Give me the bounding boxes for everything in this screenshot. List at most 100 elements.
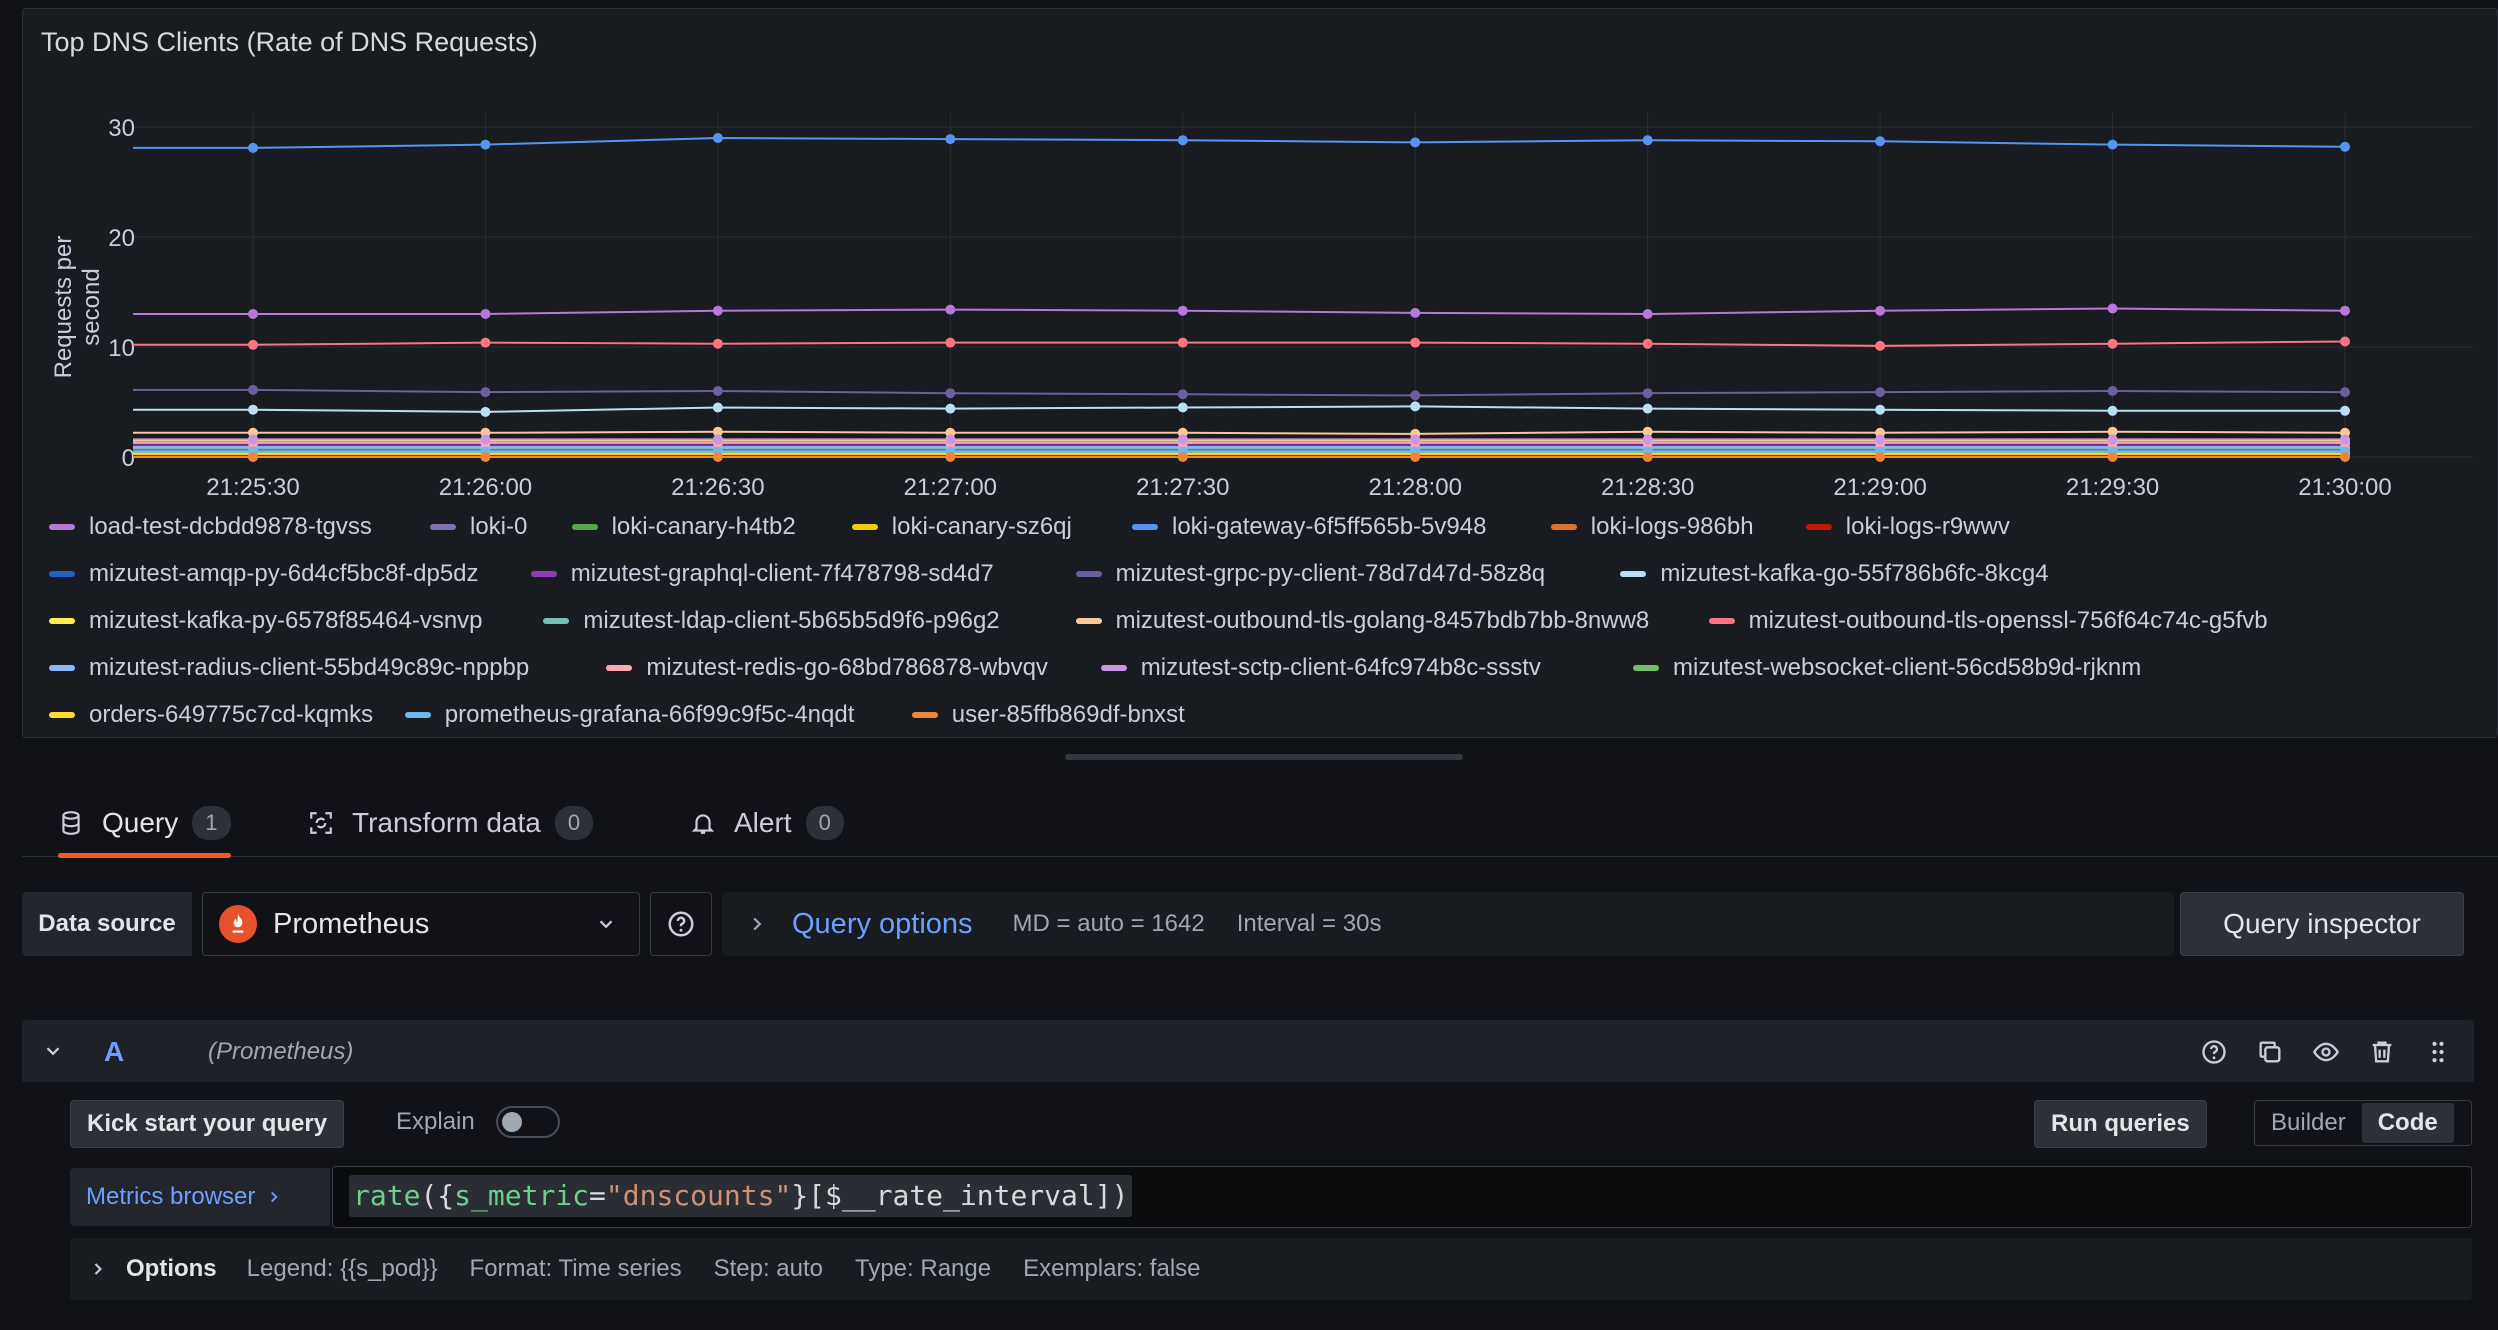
legend-item[interactable]: loki-logs-r9wwv — [1805, 513, 2010, 541]
legend-item[interactable]: loki-logs-986bh — [1550, 513, 1754, 541]
query-inspector-button[interactable]: Query inspector — [2180, 892, 2464, 956]
legend-item[interactable]: mizutest-websocket-client-56cd58b9d-rjkn… — [1633, 654, 2141, 682]
help-icon[interactable] — [2198, 1036, 2230, 1068]
legend-item[interactable]: load-test-dcbdd9878-tgvss — [49, 513, 372, 541]
mode-builder[interactable]: Builder — [2255, 1103, 2362, 1143]
chevron-right-icon — [753, 917, 762, 931]
data-point — [2107, 139, 2118, 150]
series-line — [133, 307, 2346, 316]
transform-icon — [310, 812, 332, 834]
legend-label: loki-gateway-6f5ff565b-5v948 — [1172, 513, 1487, 540]
series-line — [133, 340, 2346, 347]
drag-handle-icon[interactable] — [2422, 1036, 2454, 1068]
data-point — [712, 402, 723, 413]
legend-label: mizutest-radius-client-55bd49c89c-nppbp — [89, 654, 530, 681]
legend-item[interactable]: mizutest-ldap-client-5b65b5d9f6-p96g2 — [543, 607, 1000, 635]
legend-item[interactable]: loki-canary-h4tb2 — [571, 513, 796, 541]
legend-item[interactable]: mizutest-outbound-tls-golang-8457bdb7bb-… — [1075, 607, 1649, 635]
tab-transform-data[interactable]: Transform data 0 — [308, 790, 594, 856]
legend-label: user-85ffb869df-bnxst — [951, 701, 1185, 728]
options-type: Type: Range — [855, 1255, 992, 1282]
mode-code[interactable]: Code — [2361, 1103, 2454, 1143]
query-code: rate({s_metric="dnscounts"}[$__rate_inte… — [349, 1175, 1133, 1217]
tab-query-count: 1 — [192, 806, 231, 840]
options-step: Step: auto — [713, 1255, 823, 1282]
datasource-label: Data source — [22, 892, 192, 956]
question-circle-icon — [668, 911, 694, 937]
code-function: rate — [353, 1179, 421, 1212]
legend-swatch — [1075, 571, 1102, 577]
query-ref-id[interactable]: A — [104, 1036, 124, 1068]
data-point — [248, 309, 258, 319]
legend-item[interactable]: mizutest-radius-client-55bd49c89c-nppbp — [49, 654, 529, 682]
tab-alert[interactable]: Alert 0 — [690, 790, 844, 856]
options-legend: Legend: {{s_pod}} — [246, 1255, 438, 1282]
data-point — [945, 403, 956, 414]
data-point — [1642, 309, 1653, 319]
legend-item[interactable]: prometheus-grafana-66f99c9f5c-4nqdt — [404, 701, 855, 729]
legend-label: mizutest-kafka-py-6578f85464-vsnvp — [89, 607, 483, 634]
series-line — [133, 136, 2346, 149]
chevron-right-icon — [271, 1191, 278, 1203]
legend-item[interactable]: loki-0 — [430, 513, 527, 541]
query-options-row[interactable]: Options Legend: {{s_pod}} Format: Time s… — [70, 1238, 2472, 1300]
data-point — [1177, 402, 1188, 413]
eye-icon[interactable] — [2310, 1036, 2342, 1068]
kick-start-button[interactable]: Kick start your query — [70, 1100, 345, 1148]
legend-label: prometheus-grafana-66f99c9f5c-4nqdt — [444, 701, 855, 728]
duplicate-icon[interactable] — [2254, 1036, 2286, 1068]
datasource-picker[interactable]: Prometheus — [202, 892, 640, 956]
legend-item[interactable]: loki-gateway-6f5ff565b-5v948 — [1132, 513, 1486, 541]
panel-resize-handle[interactable] — [1065, 754, 1463, 760]
data-point — [712, 452, 723, 462]
trash-icon[interactable] — [2366, 1036, 2398, 1068]
legend-swatch — [49, 618, 75, 624]
data-point — [2107, 386, 2118, 396]
data-point — [712, 338, 723, 349]
legend-item[interactable]: user-85ffb869df-bnxst — [911, 701, 1185, 729]
promql-editor[interactable]: rate({s_metric="dnscounts"}[$__rate_inte… — [332, 1166, 2472, 1228]
legend-item[interactable]: mizutest-kafka-py-6578f85464-vsnvp — [49, 607, 483, 635]
data-point — [2340, 434, 2350, 445]
legend-item[interactable]: mizutest-amqp-py-6d4cf5bc8f-dp5dz — [49, 560, 479, 588]
metrics-browser-button[interactable]: Metrics browser — [70, 1168, 330, 1226]
database-icon — [62, 811, 80, 835]
chevron-right-icon — [94, 1263, 102, 1275]
data-point — [1642, 135, 1653, 146]
tab-query[interactable]: Query 1 — [58, 790, 231, 858]
data-point — [2107, 405, 2118, 416]
legend-item[interactable]: mizutest-grpc-py-client-78d7d47d-58z8q — [1075, 560, 1545, 588]
run-queries-button[interactable]: Run queries — [2034, 1100, 2207, 1148]
legend-item[interactable]: mizutest-outbound-tls-openssl-756f64c74c… — [1708, 607, 2268, 635]
legend-item[interactable]: mizutest-redis-go-68bd786878-wbvqv — [606, 654, 1048, 682]
data-point — [1642, 403, 1653, 414]
data-point — [248, 142, 258, 153]
legend-label: mizutest-kafka-go-55f786b6fc-8kcg4 — [1660, 560, 2049, 587]
data-point — [248, 452, 258, 462]
query-editor-body: Kick start your query Explain Run querie… — [22, 1082, 2474, 1330]
datasource-help-button[interactable] — [650, 892, 712, 956]
legend-item[interactable]: orders-649775c7cd-kqmks — [49, 701, 373, 729]
data-point — [2107, 452, 2118, 462]
legend-item[interactable]: mizutest-kafka-go-55f786b6fc-8kcg4 — [1620, 560, 2049, 588]
legend-label: mizutest-sctp-client-64fc974b8c-ssstv — [1140, 654, 1541, 681]
legend-swatch — [49, 712, 75, 718]
legend-item[interactable]: loki-canary-sz6qj — [851, 513, 1072, 541]
x-tick-label: 21:29:00 — [1833, 474, 1926, 501]
code-label: s_metric — [454, 1179, 590, 1212]
graph-panel: Top DNS Clients (Rate of DNS Requests) R… — [22, 8, 2498, 738]
data-point — [712, 133, 723, 143]
chevron-down-icon[interactable] — [42, 1040, 64, 1062]
legend-item[interactable]: mizutest-graphql-client-7f478798-sd4d7 — [530, 560, 994, 588]
series-line — [133, 405, 2345, 413]
series-line — [133, 388, 2346, 397]
x-tick-label: 21:27:00 — [904, 474, 997, 501]
explain-toggle[interactable] — [496, 1106, 560, 1138]
query-options-toggle[interactable]: Query options MD = auto = 1642 Interval … — [722, 892, 2174, 956]
legend-label: mizutest-websocket-client-56cd58b9d-rjkn… — [1673, 654, 2142, 681]
data-point — [1642, 434, 1653, 445]
legend-swatch — [1550, 524, 1577, 530]
legend-item[interactable]: mizutest-sctp-client-64fc974b8c-ssstv — [1100, 654, 1541, 682]
legend-swatch — [430, 524, 456, 530]
data-point — [1410, 434, 1421, 445]
